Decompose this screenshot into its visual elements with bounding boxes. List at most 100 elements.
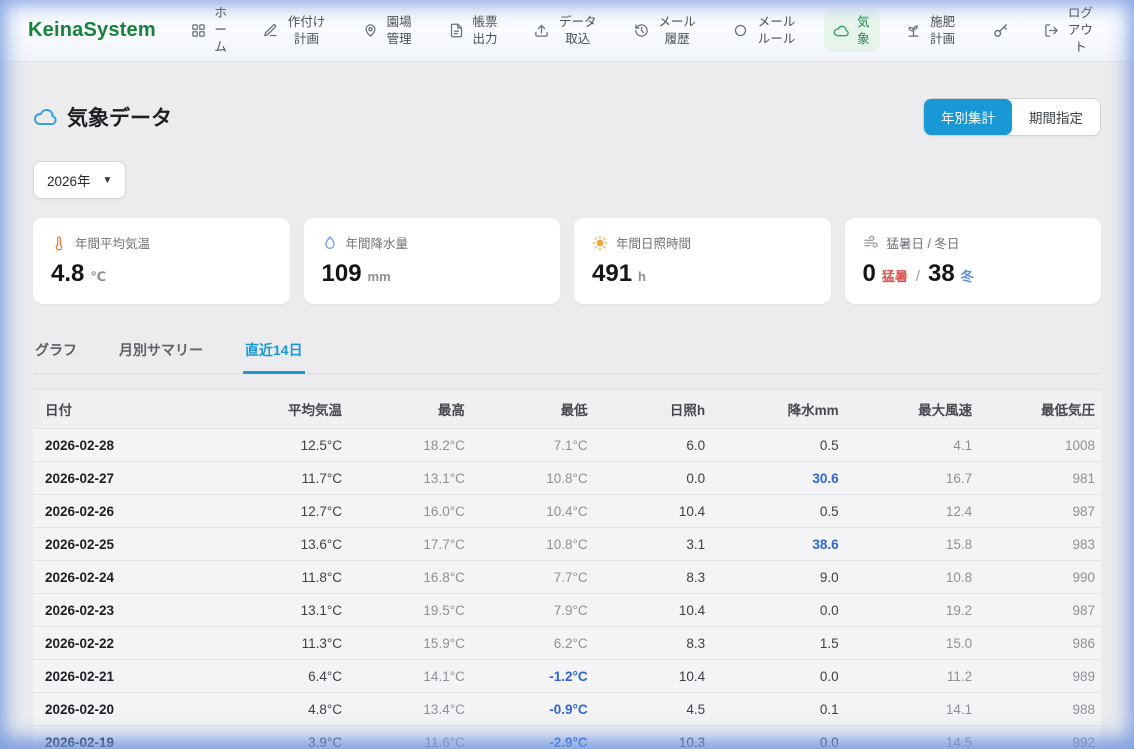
nav-item-history[interactable]: メール履歴 bbox=[625, 9, 708, 53]
cell-date: 2026-02-19 bbox=[33, 726, 215, 749]
cell-max-wind: 19.2 bbox=[845, 594, 979, 627]
table-row[interactable]: 2026-02-2812.5°C18.2°C7.1°C6.00.54.11008 bbox=[33, 429, 1101, 462]
cell-min-pressure: 992 bbox=[978, 726, 1101, 749]
nav-item-logout[interactable]: ログアウト bbox=[1035, 0, 1104, 61]
stat-cards: 年間平均気温4.8℃年間降水量109mm年間日照時間491h猛暑日 / 冬日0猛… bbox=[33, 218, 1101, 304]
nav-item-label: ホーム bbox=[213, 5, 229, 56]
cell-sunshine: 4.5 bbox=[594, 693, 711, 726]
column-header: 最低気圧 bbox=[978, 390, 1101, 429]
cell-sunshine: 10.4 bbox=[594, 495, 711, 528]
cell-max-temp: 19.5°C bbox=[348, 594, 471, 627]
table-row[interactable]: 2026-02-2313.1°C19.5°C7.9°C10.40.019.298… bbox=[33, 594, 1101, 627]
cell-min-pressure: 983 bbox=[978, 528, 1101, 561]
cell-sunshine: 0.0 bbox=[594, 462, 711, 495]
nav-item-cloud[interactable]: 気象 bbox=[824, 9, 881, 53]
logout-icon bbox=[1044, 23, 1059, 38]
nav-item-pin[interactable]: 園場管理 bbox=[354, 9, 423, 53]
cell-avg-temp: 13.1°C bbox=[215, 594, 349, 627]
table-row[interactable]: 2026-02-193.9°C11.6°C-2.9°C10.30.014.599… bbox=[33, 726, 1101, 749]
column-header: 最低 bbox=[471, 390, 594, 429]
cell-date: 2026-02-24 bbox=[33, 561, 215, 594]
stat-card: 猛暑日 / 冬日0猛暑/38冬 bbox=[845, 218, 1102, 304]
cell-min-temp: 6.2°C bbox=[471, 627, 594, 660]
cell-rainfall: 0.5 bbox=[711, 495, 845, 528]
grid-icon bbox=[191, 23, 206, 38]
stat-label: 年間日照時間 bbox=[616, 233, 691, 252]
cell-sunshine: 6.0 bbox=[594, 429, 711, 462]
cell-avg-temp: 11.7°C bbox=[215, 462, 349, 495]
top-navbar: KeinaSystem ホーム 作付け計画園場管理 帳票出力 データ取込メール履歴メー… bbox=[0, 0, 1134, 62]
period-select-button[interactable]: 期間指定 bbox=[1012, 99, 1100, 135]
nav-item-key[interactable] bbox=[983, 17, 1018, 44]
stat-label: 年間降水量 bbox=[346, 233, 409, 252]
main-navigation: ホーム 作付け計画園場管理 帳票出力 データ取込メール履歴メールルール気象 施肥計画 ログ… bbox=[182, 0, 1104, 61]
history-icon bbox=[634, 23, 649, 38]
tab-0[interactable]: グラフ bbox=[33, 331, 79, 374]
table-row[interactable]: 2026-02-2612.7°C16.0°C10.4°C10.40.512.49… bbox=[33, 495, 1101, 528]
tab-2[interactable]: 直近14日 bbox=[243, 331, 305, 374]
circle-icon bbox=[733, 23, 748, 38]
stat-unit: mm bbox=[368, 269, 391, 284]
nav-item-label: 帳票出力 bbox=[471, 14, 500, 48]
cell-date: 2026-02-20 bbox=[33, 693, 215, 726]
cell-max-temp: 16.8°C bbox=[348, 561, 471, 594]
sprout-icon bbox=[906, 23, 921, 38]
cell-rainfall: 0.5 bbox=[711, 429, 845, 462]
cell-min-temp: 7.7°C bbox=[471, 561, 594, 594]
nav-item-grid[interactable]: ホーム bbox=[182, 0, 238, 61]
cell-rainfall: 0.0 bbox=[711, 726, 845, 749]
table-row[interactable]: 2026-02-2411.8°C16.8°C7.7°C8.39.010.8990 bbox=[33, 561, 1101, 594]
nav-item-sprout[interactable]: 施肥計画 bbox=[897, 9, 966, 53]
recent-days-table-section: 日付平均気温最高最低日照h降水mm最大風速最低気圧 2026-02-2812.5… bbox=[33, 389, 1101, 749]
table-row[interactable]: 2026-02-2513.6°C17.7°C10.8°C3.138.615.89… bbox=[33, 528, 1101, 561]
column-header: 最大風速 bbox=[845, 390, 979, 429]
view-mode-toggle: 年別集計 期間指定 bbox=[923, 98, 1101, 136]
table-row[interactable]: 2026-02-2211.3°C15.9°C6.2°C8.31.515.0986 bbox=[33, 627, 1101, 660]
yearly-summary-button[interactable]: 年別集計 bbox=[924, 99, 1012, 135]
nav-item-label: データ取込 bbox=[556, 14, 599, 48]
cell-avg-temp: 11.3°C bbox=[215, 627, 349, 660]
table-row[interactable]: 2026-02-204.8°C13.4°C-0.9°C4.50.114.1988 bbox=[33, 693, 1101, 726]
chevron-down-icon: ▼ bbox=[103, 175, 113, 186]
stat-value: 491 bbox=[592, 260, 632, 288]
cell-rainfall: 0.1 bbox=[711, 693, 845, 726]
stat-card: 年間降水量 109 mm bbox=[304, 218, 561, 304]
nav-item-upload[interactable]: データ取込 bbox=[525, 9, 608, 53]
cell-rainfall: 38.6 bbox=[711, 528, 845, 561]
pin-icon bbox=[363, 23, 378, 38]
cell-max-wind: 4.1 bbox=[845, 429, 979, 462]
cell-max-wind: 12.4 bbox=[845, 495, 979, 528]
cell-max-wind: 14.1 bbox=[845, 693, 979, 726]
recent-days-table: 日付平均気温最高最低日照h降水mm最大風速最低気圧 2026-02-2812.5… bbox=[33, 389, 1101, 749]
upload-icon bbox=[534, 23, 549, 38]
key-icon bbox=[992, 22, 1009, 39]
column-header: 降水mm bbox=[711, 390, 845, 429]
cell-max-wind: 14.5 bbox=[845, 726, 979, 749]
brand-logo[interactable]: KeinaSystem bbox=[28, 19, 156, 42]
cell-avg-temp: 4.8°C bbox=[215, 693, 349, 726]
table-row[interactable]: 2026-02-216.4°C14.1°C-1.2°C10.40.011.298… bbox=[33, 660, 1101, 693]
stat-label: 年間平均気温 bbox=[75, 233, 150, 252]
sun-icon bbox=[592, 235, 608, 251]
stat-card: 年間平均気温4.8℃ bbox=[33, 218, 290, 304]
cell-min-temp: 7.9°C bbox=[471, 594, 594, 627]
nav-item-pencil[interactable]: 作付け計画 bbox=[254, 9, 337, 53]
cell-min-pressure: 988 bbox=[978, 693, 1101, 726]
tab-1[interactable]: 月別サマリー bbox=[117, 331, 205, 374]
stat-value: 109 bbox=[322, 260, 362, 288]
year-select[interactable]: 2026年 ▼ bbox=[33, 161, 126, 199]
table-row[interactable]: 2026-02-2711.7°C13.1°C10.8°C0.030.616.79… bbox=[33, 462, 1101, 495]
cell-max-temp: 11.6°C bbox=[348, 726, 471, 749]
nav-item-circle[interactable]: メールルール bbox=[724, 9, 807, 53]
cell-min-temp: 10.4°C bbox=[471, 495, 594, 528]
cell-sunshine: 10.4 bbox=[594, 660, 711, 693]
column-header: 平均気温 bbox=[215, 390, 349, 429]
nav-item-document[interactable]: 帳票出力 bbox=[440, 9, 509, 53]
document-icon bbox=[449, 23, 464, 38]
cloud-icon bbox=[33, 105, 57, 129]
cell-max-wind: 10.8 bbox=[845, 561, 979, 594]
cell-sunshine: 8.3 bbox=[594, 561, 711, 594]
cell-rainfall: 0.0 bbox=[711, 594, 845, 627]
nav-item-label: 施肥計画 bbox=[928, 14, 957, 48]
cell-max-temp: 15.9°C bbox=[348, 627, 471, 660]
